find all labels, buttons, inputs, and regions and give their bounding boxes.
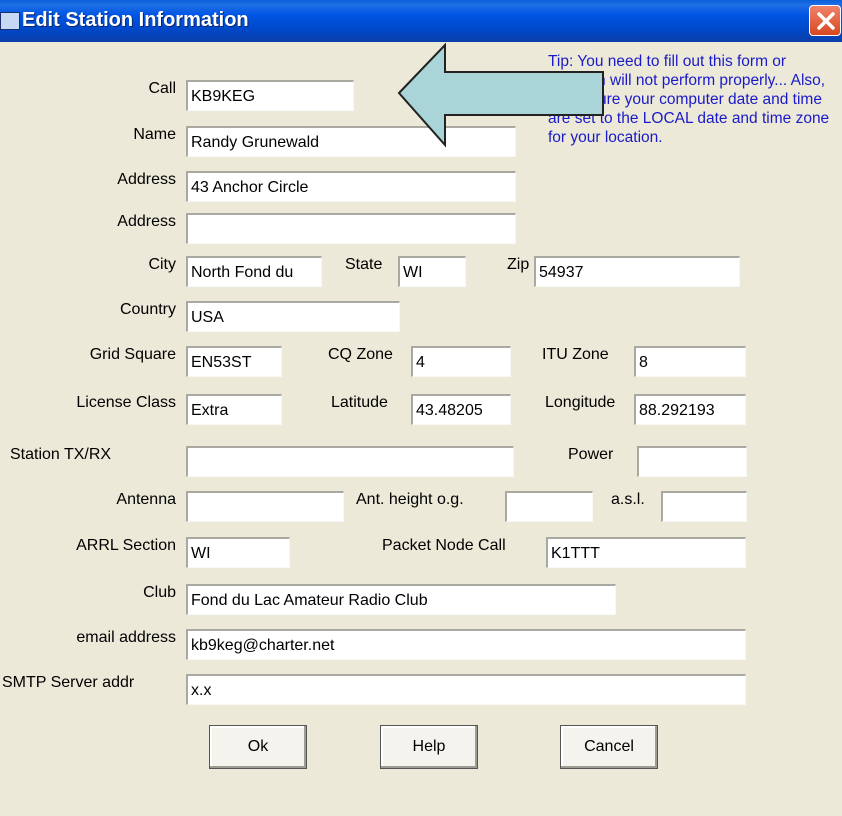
- city-field[interactable]: North Fond du: [186, 256, 322, 287]
- license-field[interactable]: Extra: [186, 394, 282, 425]
- close-icon: [817, 12, 835, 30]
- smtp-field[interactable]: x.x: [186, 674, 746, 705]
- address1-field[interactable]: 43 Anchor Circle: [186, 171, 516, 202]
- ant-height-label: Ant. height o.g.: [356, 491, 464, 508]
- close-button[interactable]: [809, 5, 841, 36]
- power-field[interactable]: [637, 446, 747, 477]
- latitude-label: Latitude: [331, 394, 388, 411]
- club-field[interactable]: Fond du Lac Amateur Radio Club: [186, 584, 616, 615]
- cancel-button[interactable]: Cancel: [560, 725, 658, 769]
- country-label: Country: [119, 301, 176, 318]
- power-label: Power: [568, 446, 614, 463]
- latitude-field[interactable]: 43.48205: [411, 394, 511, 425]
- longitude-label: Longitude: [545, 394, 616, 411]
- station-field[interactable]: [186, 446, 514, 477]
- state-field[interactable]: WI: [398, 256, 466, 287]
- window-icon: [0, 12, 20, 30]
- station-label: Station TX/RX: [10, 446, 112, 463]
- itu-zone-field[interactable]: 8: [634, 346, 746, 377]
- dialog-body: Tip: You need to fill out this form or p…: [0, 42, 842, 816]
- cq-zone-field[interactable]: 4: [411, 346, 511, 377]
- arrl-field[interactable]: WI: [186, 537, 290, 568]
- call-label: Call: [148, 80, 176, 97]
- address2-field[interactable]: [186, 213, 516, 244]
- help-button[interactable]: Help: [380, 725, 478, 769]
- country-field[interactable]: USA: [186, 301, 400, 332]
- title-bar[interactable]: Edit Station Information: [0, 0, 842, 42]
- annotation-arrow: [397, 42, 604, 148]
- antenna-label: Antenna: [116, 491, 176, 508]
- name-label: Name: [133, 126, 176, 143]
- state-label: State: [345, 256, 383, 273]
- city-label: City: [148, 256, 176, 273]
- asl-label: a.s.l.: [611, 491, 645, 508]
- packet-field[interactable]: K1TTT: [546, 537, 746, 568]
- ant-height-field[interactable]: [505, 491, 593, 522]
- address2-label: Address: [117, 213, 176, 230]
- address1-label: Address: [117, 171, 176, 188]
- grid-field[interactable]: EN53ST: [186, 346, 282, 377]
- longitude-field[interactable]: 88.292193: [634, 394, 746, 425]
- itu-zone-label: ITU Zone: [542, 346, 609, 363]
- packet-label: Packet Node Call: [382, 537, 506, 554]
- zip-label: Zip: [507, 256, 530, 273]
- window-title: Edit Station Information: [22, 9, 249, 31]
- antenna-field[interactable]: [186, 491, 344, 522]
- email-field[interactable]: kb9keg@charter.net: [186, 629, 746, 660]
- call-field[interactable]: KB9KEG: [186, 80, 354, 111]
- zip-field[interactable]: 54937: [534, 256, 740, 287]
- arrl-label: ARRL Section: [76, 537, 176, 554]
- license-label: License Class: [76, 394, 176, 411]
- club-label: Club: [143, 584, 176, 601]
- grid-label: Grid Square: [89, 346, 176, 363]
- cq-zone-label: CQ Zone: [328, 346, 393, 363]
- smtp-label: SMTP Server addr: [2, 674, 135, 691]
- ok-button[interactable]: Ok: [209, 725, 307, 769]
- asl-field[interactable]: [661, 491, 747, 522]
- email-label: email address: [76, 629, 176, 646]
